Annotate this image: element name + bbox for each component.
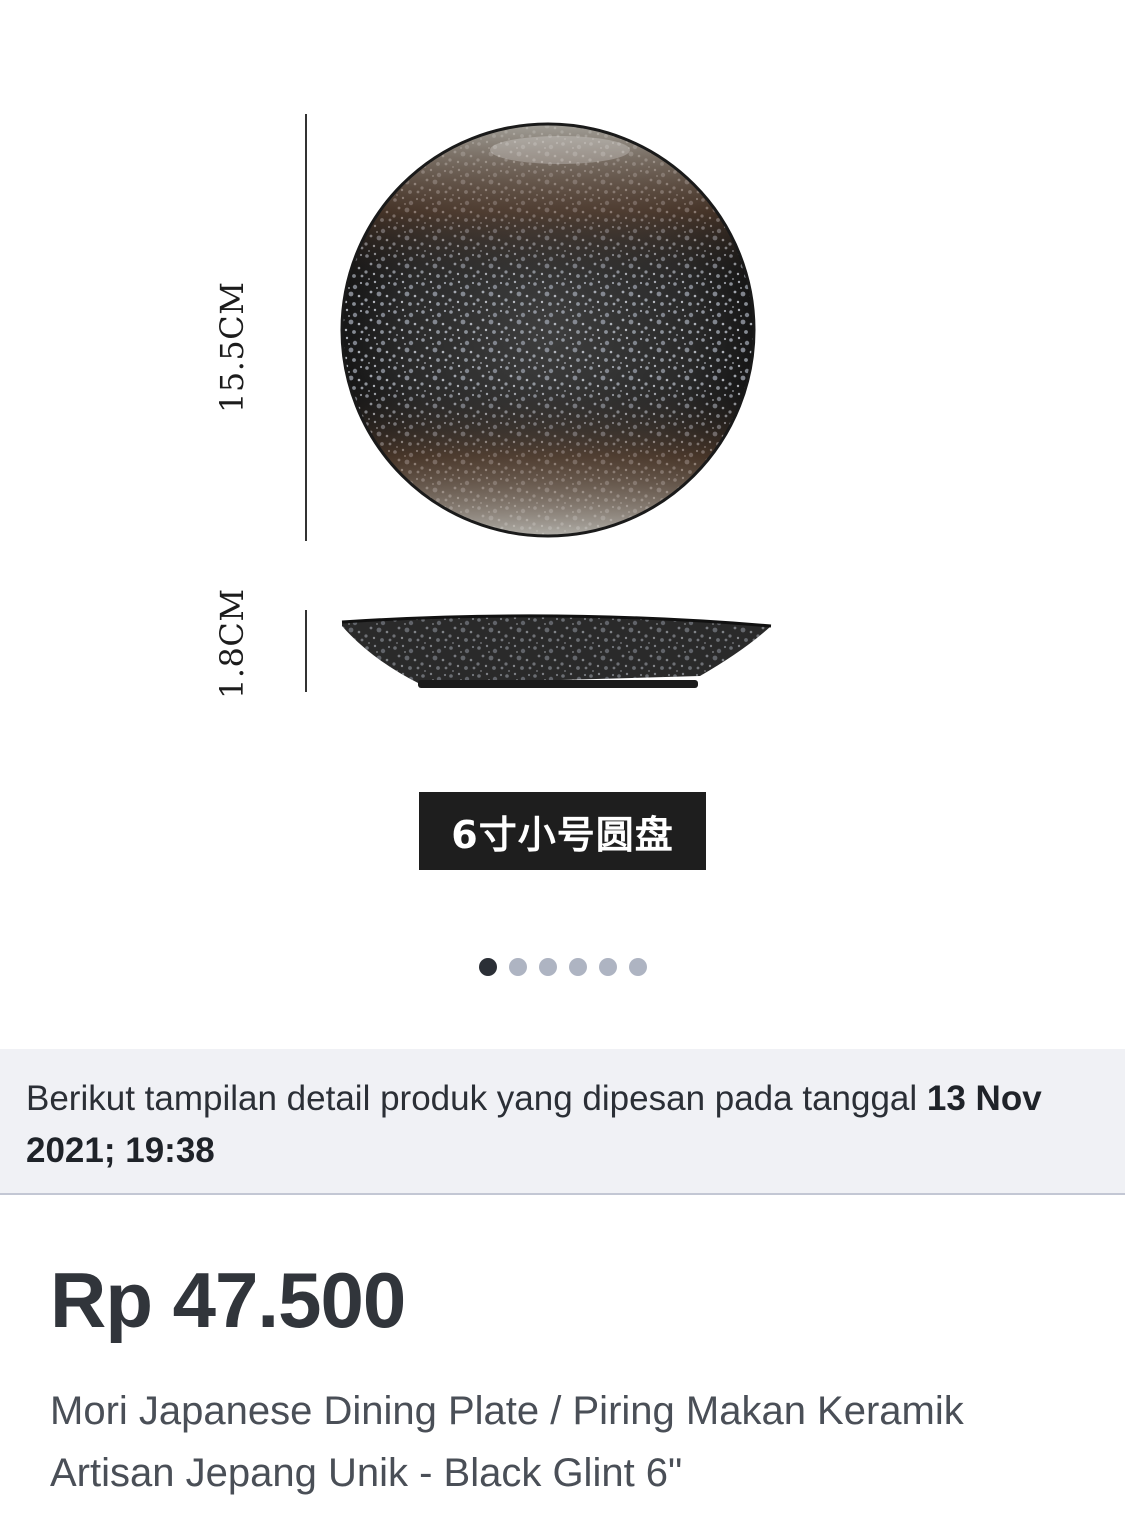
carousel-dot-6[interactable]: [628, 958, 647, 976]
order-info-text: Berikut tampilan detail produk yang dipe…: [26, 1079, 927, 1118]
order-info-banner: Berikut tampilan detail produk yang dipe…: [0, 1049, 1125, 1195]
product-price: Rp 47.500: [50, 1256, 406, 1344]
carousel-dot-1[interactable]: [478, 958, 497, 976]
carousel-dot-5[interactable]: [598, 958, 617, 976]
carousel-dot-3[interactable]: [538, 958, 557, 976]
image-caption: 6寸小号圆盘: [419, 792, 706, 870]
height-dimension-label: 15.5CM: [213, 281, 251, 414]
carousel-dot-2[interactable]: [508, 958, 527, 976]
carousel-dot-4[interactable]: [568, 958, 587, 976]
carousel-indicator: [0, 958, 1125, 978]
plate-illustration: [305, 114, 772, 692]
product-title: Mori Japanese Dining Plate / Piring Maka…: [50, 1389, 964, 1495]
plate-top-view: [340, 122, 756, 538]
depth-dimension-label: 1.8CM: [213, 588, 251, 699]
product-image[interactable]: 15.5CM 1.8CM 6寸小号圆盘: [0, 0, 1125, 1048]
plate-side-view: [341, 614, 772, 688]
